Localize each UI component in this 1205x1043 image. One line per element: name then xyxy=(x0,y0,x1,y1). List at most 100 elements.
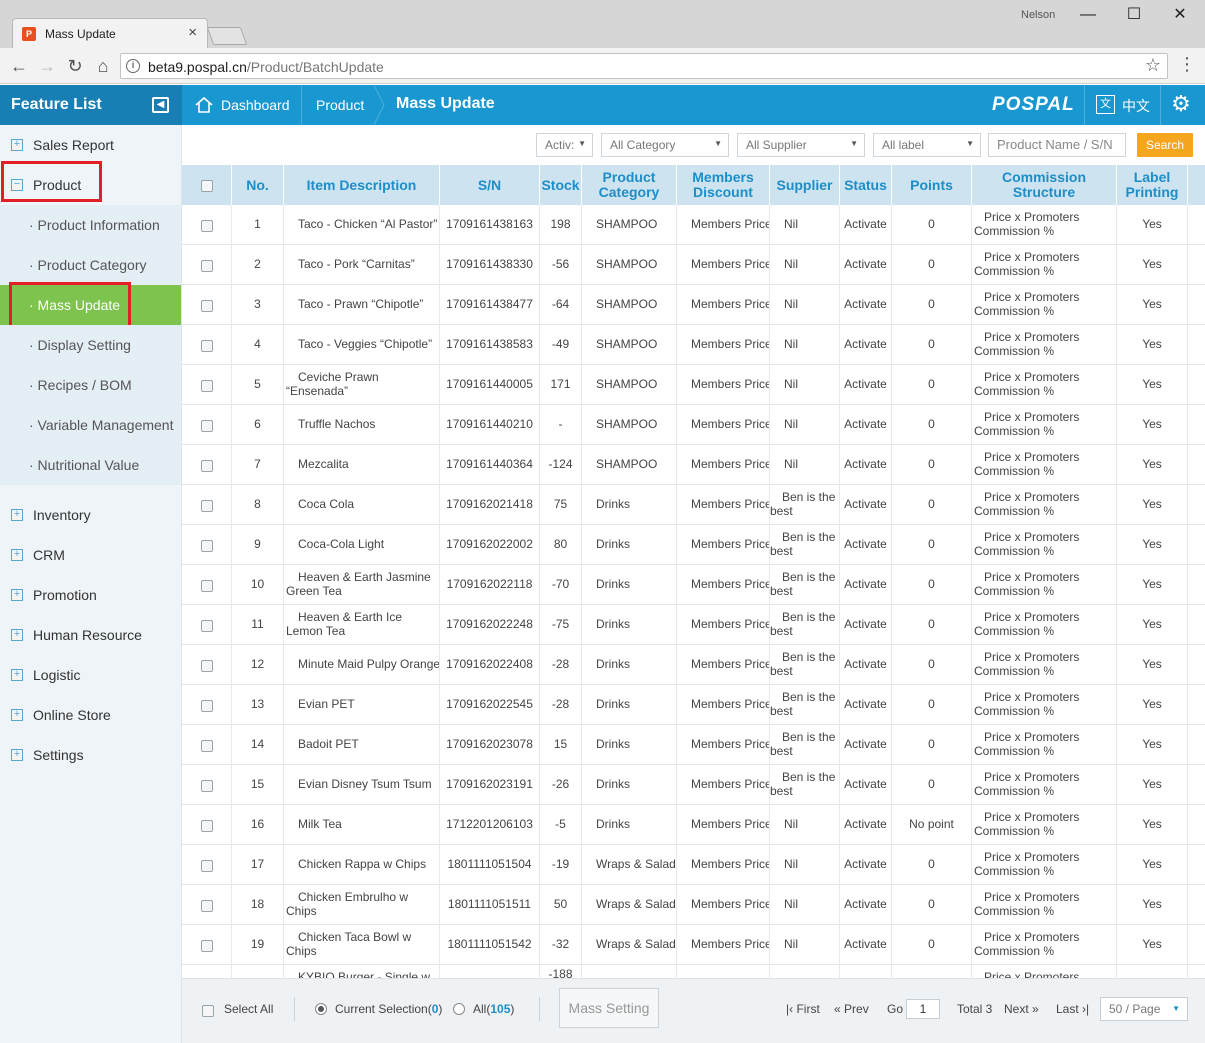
table-row[interactable]: 15 Evian Disney Tsum Tsum 1709162023191 -26… xyxy=(182,765,1205,805)
sidebar-subitem-nutritional-value[interactable]: · Nutritional Value xyxy=(0,445,181,485)
breadcrumb-product[interactable]: Product xyxy=(316,97,364,113)
back-icon[interactable]: ← xyxy=(7,54,31,78)
all-radio[interactable] xyxy=(453,1003,465,1015)
next-page-button[interactable]: Next » xyxy=(1004,1002,1039,1016)
row-checkbox[interactable] xyxy=(200,940,213,952)
table-row[interactable]: 19 Chicken Taca Bowl w Chips 1801111051542-… xyxy=(182,925,1205,965)
language-switch[interactable]: 中文 xyxy=(1122,96,1150,116)
row-checkbox[interactable] xyxy=(200,420,213,432)
sidebar-subitem-product-category[interactable]: · Product Category xyxy=(0,245,181,285)
column-header-supplier[interactable]: Supplier xyxy=(770,165,840,205)
table-row[interactable]: 5 Ceviche Prawn “Ensenada” 1709161440005 171… xyxy=(182,365,1205,405)
dashboard-home-icon[interactable] xyxy=(194,95,214,115)
row-checkbox[interactable] xyxy=(200,580,213,592)
row-checkbox[interactable] xyxy=(200,820,213,832)
table-row[interactable]: 3 Taco - Prawn “Chipotle” 1709161438477 -64… xyxy=(182,285,1205,325)
row-checkbox[interactable] xyxy=(200,620,213,632)
column-header-item-description[interactable]: Item Description xyxy=(284,165,440,205)
breadcrumb-dashboard[interactable]: Dashboard xyxy=(221,97,290,113)
row-checkbox[interactable] xyxy=(200,380,213,392)
row-checkbox[interactable] xyxy=(200,700,213,712)
first-page-button[interactable]: |‹ First xyxy=(786,1002,820,1016)
table-row[interactable]: 13 Evian PET 1709162022545 -28 Drinks Members… xyxy=(182,685,1205,725)
home-icon[interactable]: ⌂ xyxy=(91,54,115,78)
table-row[interactable]: 7 Mezcalita 1709161440364 -124 SHAMPOO Member… xyxy=(182,445,1205,485)
table-row[interactable]: 4 Taco - Veggies “Chipotle” 1709161438583-… xyxy=(182,325,1205,365)
table-row[interactable]: 11 Heaven & Earth Ice Lemon Tea 17091620222… xyxy=(182,605,1205,645)
table-row[interactable]: 2 Taco - Pork “Carnitas” 1709161438330 -56 S… xyxy=(182,245,1205,285)
table-row[interactable]: 12 Minute Maid Pulpy Orange 1709162022408-… xyxy=(182,645,1205,685)
row-checkbox[interactable] xyxy=(200,220,213,232)
bookmark-star-icon[interactable]: ☆ xyxy=(1145,55,1161,76)
reload-icon[interactable]: ↻ xyxy=(63,54,87,78)
label-filter-select[interactable]: All label ▼ xyxy=(873,133,981,157)
row-checkbox[interactable] xyxy=(200,860,213,872)
table-row[interactable]: 9 Coca-Cola Light 1709162022002 80 Drinks Mem… xyxy=(182,525,1205,565)
sidebar-subitem-recipes-bom[interactable]: · Recipes / BOM xyxy=(0,365,181,405)
sidebar-item-inventory[interactable]: + Inventory xyxy=(0,495,181,535)
row-checkbox[interactable] xyxy=(200,660,213,672)
table-row[interactable]: 18 Chicken Embrulho w Chips 1801111051511 50… xyxy=(182,885,1205,925)
product-search-input[interactable]: Product Name / S/N xyxy=(988,133,1126,157)
column-header-commission-structure[interactable]: Commission Structure xyxy=(972,165,1117,205)
column-header-points[interactable]: Points xyxy=(892,165,972,205)
address-bar[interactable]: i beta9.pospal.cn/Product/BatchUpdate ☆ xyxy=(120,53,1168,79)
table-row[interactable]: 14 Badoit PET 1709162023078 15 Drinks Members… xyxy=(182,725,1205,765)
table-row[interactable]: KYBIO Burger - Single w -188 Price x Promo… xyxy=(182,965,1205,978)
row-checkbox[interactable] xyxy=(200,900,213,912)
sidebar-subitem-variable-management[interactable]: · Variable Management xyxy=(0,405,181,445)
sidebar-item-settings[interactable]: + Settings xyxy=(0,735,181,775)
tab-close-icon[interactable]: × xyxy=(188,25,197,41)
page-number-input[interactable]: 1 xyxy=(906,999,940,1019)
column-header-label-printing[interactable]: Label Printing xyxy=(1117,165,1188,205)
browser-tab[interactable]: P Mass Update × xyxy=(12,18,208,48)
sidebar-subitem-display-setting[interactable]: · Display Setting xyxy=(0,325,181,365)
sidebar-item-logistic[interactable]: + Logistic xyxy=(0,655,181,695)
sidebar-item-sales-report[interactable]: + Sales Report xyxy=(0,125,181,165)
footer-select-all-checkbox[interactable] xyxy=(202,1005,214,1017)
maximize-icon[interactable]: ☐ xyxy=(1119,4,1149,26)
language-icon[interactable]: 文 xyxy=(1096,95,1115,114)
site-info-icon[interactable]: i xyxy=(126,59,140,73)
gear-icon[interactable]: ⚙ xyxy=(1166,91,1196,119)
column-header-members-discount[interactable]: Members Discount xyxy=(677,165,770,205)
collapse-sidebar-icon[interactable]: ◀ xyxy=(152,97,169,113)
browser-profile-name[interactable]: Nelson xyxy=(1021,9,1055,21)
status-filter-select[interactable]: Activ: ▼ xyxy=(536,133,593,157)
row-checkbox[interactable] xyxy=(200,740,213,752)
minimize-icon[interactable]: — xyxy=(1073,4,1103,26)
table-row[interactable]: 17 Chicken Rappa w Chips 1801111051504 -19 W… xyxy=(182,845,1205,885)
row-checkbox[interactable] xyxy=(200,300,213,312)
window-close-icon[interactable]: ✕ xyxy=(1165,4,1195,26)
sidebar-item-crm[interactable]: + CRM xyxy=(0,535,181,575)
category-filter-select[interactable]: All Category ▼ xyxy=(601,133,729,157)
table-row[interactable]: 8 Coca Cola 1709162021418 75 Drinks Members P… xyxy=(182,485,1205,525)
page-size-select[interactable]: 50 / Page ▼ xyxy=(1100,997,1188,1021)
supplier-filter-select[interactable]: All Supplier ▼ xyxy=(737,133,865,157)
row-checkbox[interactable] xyxy=(200,780,213,792)
prev-page-button[interactable]: « Prev xyxy=(834,1002,869,1016)
column-header-product-category[interactable]: Product Category xyxy=(582,165,677,205)
sidebar-item-online-store[interactable]: + Online Store xyxy=(0,695,181,735)
browser-menu-icon[interactable]: ⋮ xyxy=(1178,54,1196,78)
mass-setting-button[interactable]: Mass Setting xyxy=(559,988,659,1028)
table-row[interactable]: 10 Heaven & Earth Jasmine Green Tea 1709162… xyxy=(182,565,1205,605)
select-all-checkbox[interactable] xyxy=(200,180,213,192)
row-checkbox[interactable] xyxy=(200,500,213,512)
row-checkbox[interactable] xyxy=(200,540,213,552)
sidebar-item-promotion[interactable]: + Promotion xyxy=(0,575,181,615)
column-header-status[interactable]: Status xyxy=(840,165,892,205)
table-row[interactable]: 16 Milk Tea 1712201206103 -5 Drinks Members P… xyxy=(182,805,1205,845)
row-checkbox[interactable] xyxy=(200,460,213,472)
new-tab-button[interactable] xyxy=(206,27,248,45)
sidebar-subitem-product-information[interactable]: · Product Information xyxy=(0,205,181,245)
column-header-sn[interactable]: S/N xyxy=(440,165,540,205)
table-row[interactable]: 1 Taco - Chicken “Al Pastor” 1709161438163… xyxy=(182,205,1205,245)
row-checkbox[interactable] xyxy=(200,260,213,272)
sidebar-item-human-resource[interactable]: + Human Resource xyxy=(0,615,181,655)
table-row[interactable]: 6 Truffle Nachos 1709161440210- SHAMPOO Memb… xyxy=(182,405,1205,445)
column-header-stock[interactable]: Stock xyxy=(540,165,582,205)
forward-icon[interactable]: → xyxy=(35,54,59,78)
column-header-no[interactable]: No. xyxy=(232,165,284,205)
current-selection-radio[interactable] xyxy=(315,1003,327,1015)
